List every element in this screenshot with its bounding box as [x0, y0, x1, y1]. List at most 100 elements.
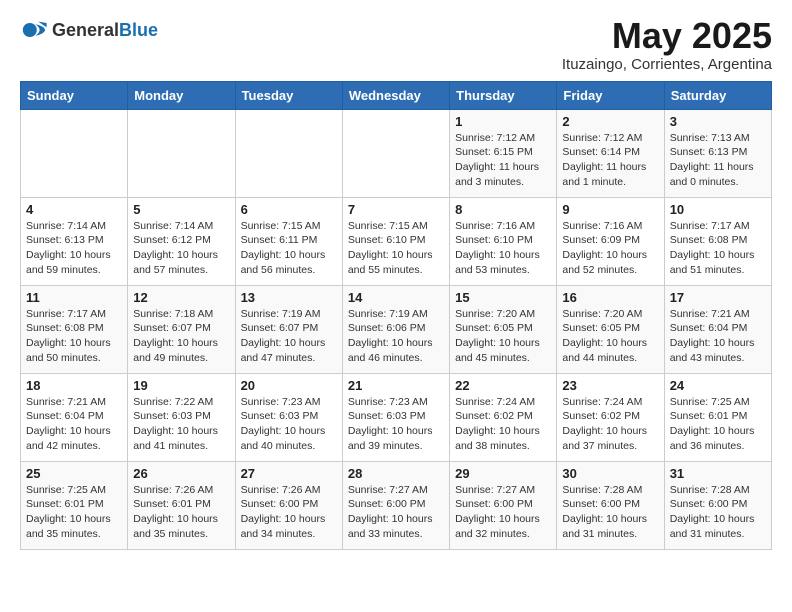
day-info: Sunrise: 7:14 AM Sunset: 6:13 PM Dayligh… — [26, 219, 122, 278]
day-number: 26 — [133, 466, 229, 481]
calendar-cell: 3Sunrise: 7:13 AM Sunset: 6:13 PM Daylig… — [664, 109, 771, 197]
day-number: 3 — [670, 114, 766, 129]
calendar-cell: 25 Sunrise: 7:25 AM Sunset: 6:01 PM Dayli… — [21, 461, 128, 549]
day-number: 27 — [241, 466, 337, 481]
day-info: Sunrise: 7:25 AM Sunset: 6:01 PM Dayligh… — [26, 483, 122, 542]
logo-blue: Blue — [119, 20, 158, 40]
day-info: Sunrise: 7:28 AM Sunset: 6:00 PM Dayligh… — [670, 483, 766, 542]
day-info: Sunrise: 7:22 AM Sunset: 6:03 PM Dayligh… — [133, 395, 229, 454]
day-info: Sunrise: 7:20 AM Sunset: 6:05 PM Dayligh… — [562, 307, 658, 366]
calendar-cell: 5Sunrise: 7:14 AM Sunset: 6:12 PM Daylig… — [128, 197, 235, 285]
day-info: Sunrise: 7:21 AM Sunset: 6:04 PM Dayligh… — [26, 395, 122, 454]
day-info: Sunrise: 7:26 AM Sunset: 6:00 PM Dayligh… — [241, 483, 337, 542]
day-info: Sunrise: 7:27 AM Sunset: 6:00 PM Dayligh… — [455, 483, 551, 542]
day-number: 9 — [562, 202, 658, 217]
day-info: Sunrise: 7:15 AM Sunset: 6:10 PM Dayligh… — [348, 219, 444, 278]
header: GeneralBlue May 2025 Ituzaingo, Corrient… — [20, 16, 772, 73]
day-number: 28 — [348, 466, 444, 481]
day-info: Sunrise: 7:14 AM Sunset: 6:12 PM Dayligh… — [133, 219, 229, 278]
weekday-header-thursday: Thursday — [450, 81, 557, 109]
day-number: 8 — [455, 202, 551, 217]
day-number: 23 — [562, 378, 658, 393]
calendar-cell: 6 Sunrise: 7:15 AM Sunset: 6:11 PM Daylig… — [235, 197, 342, 285]
day-info: Sunrise: 7:12 AM Sunset: 6:15 PM Dayligh… — [455, 131, 551, 190]
day-number: 12 — [133, 290, 229, 305]
calendar-cell: 13 Sunrise: 7:19 AM Sunset: 6:07 PM Dayli… — [235, 285, 342, 373]
week-row-1: 1 Sunrise: 7:12 AM Sunset: 6:15 PM Daylig… — [21, 109, 772, 197]
logo-text: GeneralBlue — [52, 20, 158, 41]
calendar-cell: 2 Sunrise: 7:12 AM Sunset: 6:14 PM Daylig… — [557, 109, 664, 197]
weekday-header-tuesday: Tuesday — [235, 81, 342, 109]
calendar-cell: 22 Sunrise: 7:24 AM Sunset: 6:02 PM Dayli… — [450, 373, 557, 461]
day-number: 2 — [562, 114, 658, 129]
day-number: 31 — [670, 466, 766, 481]
day-number: 30 — [562, 466, 658, 481]
calendar-cell: 12 Sunrise: 7:18 AM Sunset: 6:07 PM Dayli… — [128, 285, 235, 373]
weekday-header-sunday: Sunday — [21, 81, 128, 109]
day-info: Sunrise: 7:24 AM Sunset: 6:02 PM Dayligh… — [455, 395, 551, 454]
day-number: 17 — [670, 290, 766, 305]
title-area: May 2025 Ituzaingo, Corrientes, Argentin… — [562, 16, 772, 73]
calendar-cell: 7 Sunrise: 7:15 AM Sunset: 6:10 PM Daylig… — [342, 197, 449, 285]
weekday-header-monday: Monday — [128, 81, 235, 109]
calendar-cell: 23 Sunrise: 7:24 AM Sunset: 6:02 PM Dayli… — [557, 373, 664, 461]
calendar-cell: 31 Sunrise: 7:28 AM Sunset: 6:00 PM Dayli… — [664, 461, 771, 549]
day-info: Sunrise: 7:19 AM Sunset: 6:06 PM Dayligh… — [348, 307, 444, 366]
calendar-cell: 1 Sunrise: 7:12 AM Sunset: 6:15 PM Daylig… — [450, 109, 557, 197]
calendar-cell: 17 Sunrise: 7:21 AM Sunset: 6:04 PM Dayli… — [664, 285, 771, 373]
week-row-3: 11Sunrise: 7:17 AM Sunset: 6:08 PM Dayli… — [21, 285, 772, 373]
calendar-cell: 21Sunrise: 7:23 AM Sunset: 6:03 PM Dayli… — [342, 373, 449, 461]
calendar-cell — [342, 109, 449, 197]
calendar-cell — [235, 109, 342, 197]
logo-icon — [20, 16, 48, 44]
logo: GeneralBlue — [20, 16, 158, 44]
calendar-cell: 19 Sunrise: 7:22 AM Sunset: 6:03 PM Dayli… — [128, 373, 235, 461]
day-number: 29 — [455, 466, 551, 481]
day-info: Sunrise: 7:18 AM Sunset: 6:07 PM Dayligh… — [133, 307, 229, 366]
location-title: Ituzaingo, Corrientes, Argentina — [562, 56, 772, 73]
calendar-cell: 16 Sunrise: 7:20 AM Sunset: 6:05 PM Dayli… — [557, 285, 664, 373]
weekday-header-wednesday: Wednesday — [342, 81, 449, 109]
day-info: Sunrise: 7:19 AM Sunset: 6:07 PM Dayligh… — [241, 307, 337, 366]
day-number: 4 — [26, 202, 122, 217]
calendar-cell: 24 Sunrise: 7:25 AM Sunset: 6:01 PM Dayli… — [664, 373, 771, 461]
day-info: Sunrise: 7:17 AM Sunset: 6:08 PM Dayligh… — [670, 219, 766, 278]
day-number: 16 — [562, 290, 658, 305]
day-number: 20 — [241, 378, 337, 393]
day-info: Sunrise: 7:23 AM Sunset: 6:03 PM Dayligh… — [348, 395, 444, 454]
calendar-cell: 27 Sunrise: 7:26 AM Sunset: 6:00 PM Dayli… — [235, 461, 342, 549]
day-info: Sunrise: 7:24 AM Sunset: 6:02 PM Dayligh… — [562, 395, 658, 454]
calendar-cell: 30 Sunrise: 7:28 AM Sunset: 6:00 PM Dayli… — [557, 461, 664, 549]
day-info: Sunrise: 7:28 AM Sunset: 6:00 PM Dayligh… — [562, 483, 658, 542]
day-info: Sunrise: 7:25 AM Sunset: 6:01 PM Dayligh… — [670, 395, 766, 454]
calendar-cell: 26Sunrise: 7:26 AM Sunset: 6:01 PM Dayli… — [128, 461, 235, 549]
week-row-5: 25 Sunrise: 7:25 AM Sunset: 6:01 PM Dayli… — [21, 461, 772, 549]
day-info: Sunrise: 7:15 AM Sunset: 6:11 PM Dayligh… — [241, 219, 337, 278]
weekday-header-friday: Friday — [557, 81, 664, 109]
day-number: 15 — [455, 290, 551, 305]
calendar-cell: 28Sunrise: 7:27 AM Sunset: 6:00 PM Dayli… — [342, 461, 449, 549]
day-number: 25 — [26, 466, 122, 481]
calendar-cell — [128, 109, 235, 197]
calendar-cell: 4 Sunrise: 7:14 AM Sunset: 6:13 PM Daylig… — [21, 197, 128, 285]
calendar-cell: 8Sunrise: 7:16 AM Sunset: 6:10 PM Daylig… — [450, 197, 557, 285]
calendar-cell: 20Sunrise: 7:23 AM Sunset: 6:03 PM Dayli… — [235, 373, 342, 461]
day-info: Sunrise: 7:17 AM Sunset: 6:08 PM Dayligh… — [26, 307, 122, 366]
calendar-cell: 11Sunrise: 7:17 AM Sunset: 6:08 PM Dayli… — [21, 285, 128, 373]
day-number: 19 — [133, 378, 229, 393]
calendar-table: SundayMondayTuesdayWednesdayThursdayFrid… — [20, 81, 772, 550]
calendar-cell: 14 Sunrise: 7:19 AM Sunset: 6:06 PM Dayli… — [342, 285, 449, 373]
day-number: 24 — [670, 378, 766, 393]
day-number: 6 — [241, 202, 337, 217]
day-number: 13 — [241, 290, 337, 305]
week-row-4: 18Sunrise: 7:21 AM Sunset: 6:04 PM Dayli… — [21, 373, 772, 461]
calendar-cell: 10Sunrise: 7:17 AM Sunset: 6:08 PM Dayli… — [664, 197, 771, 285]
week-row-2: 4 Sunrise: 7:14 AM Sunset: 6:13 PM Daylig… — [21, 197, 772, 285]
day-number: 14 — [348, 290, 444, 305]
day-number: 7 — [348, 202, 444, 217]
day-number: 1 — [455, 114, 551, 129]
calendar-cell: 15Sunrise: 7:20 AM Sunset: 6:05 PM Dayli… — [450, 285, 557, 373]
day-info: Sunrise: 7:12 AM Sunset: 6:14 PM Dayligh… — [562, 131, 658, 190]
day-number: 22 — [455, 378, 551, 393]
day-info: Sunrise: 7:21 AM Sunset: 6:04 PM Dayligh… — [670, 307, 766, 366]
